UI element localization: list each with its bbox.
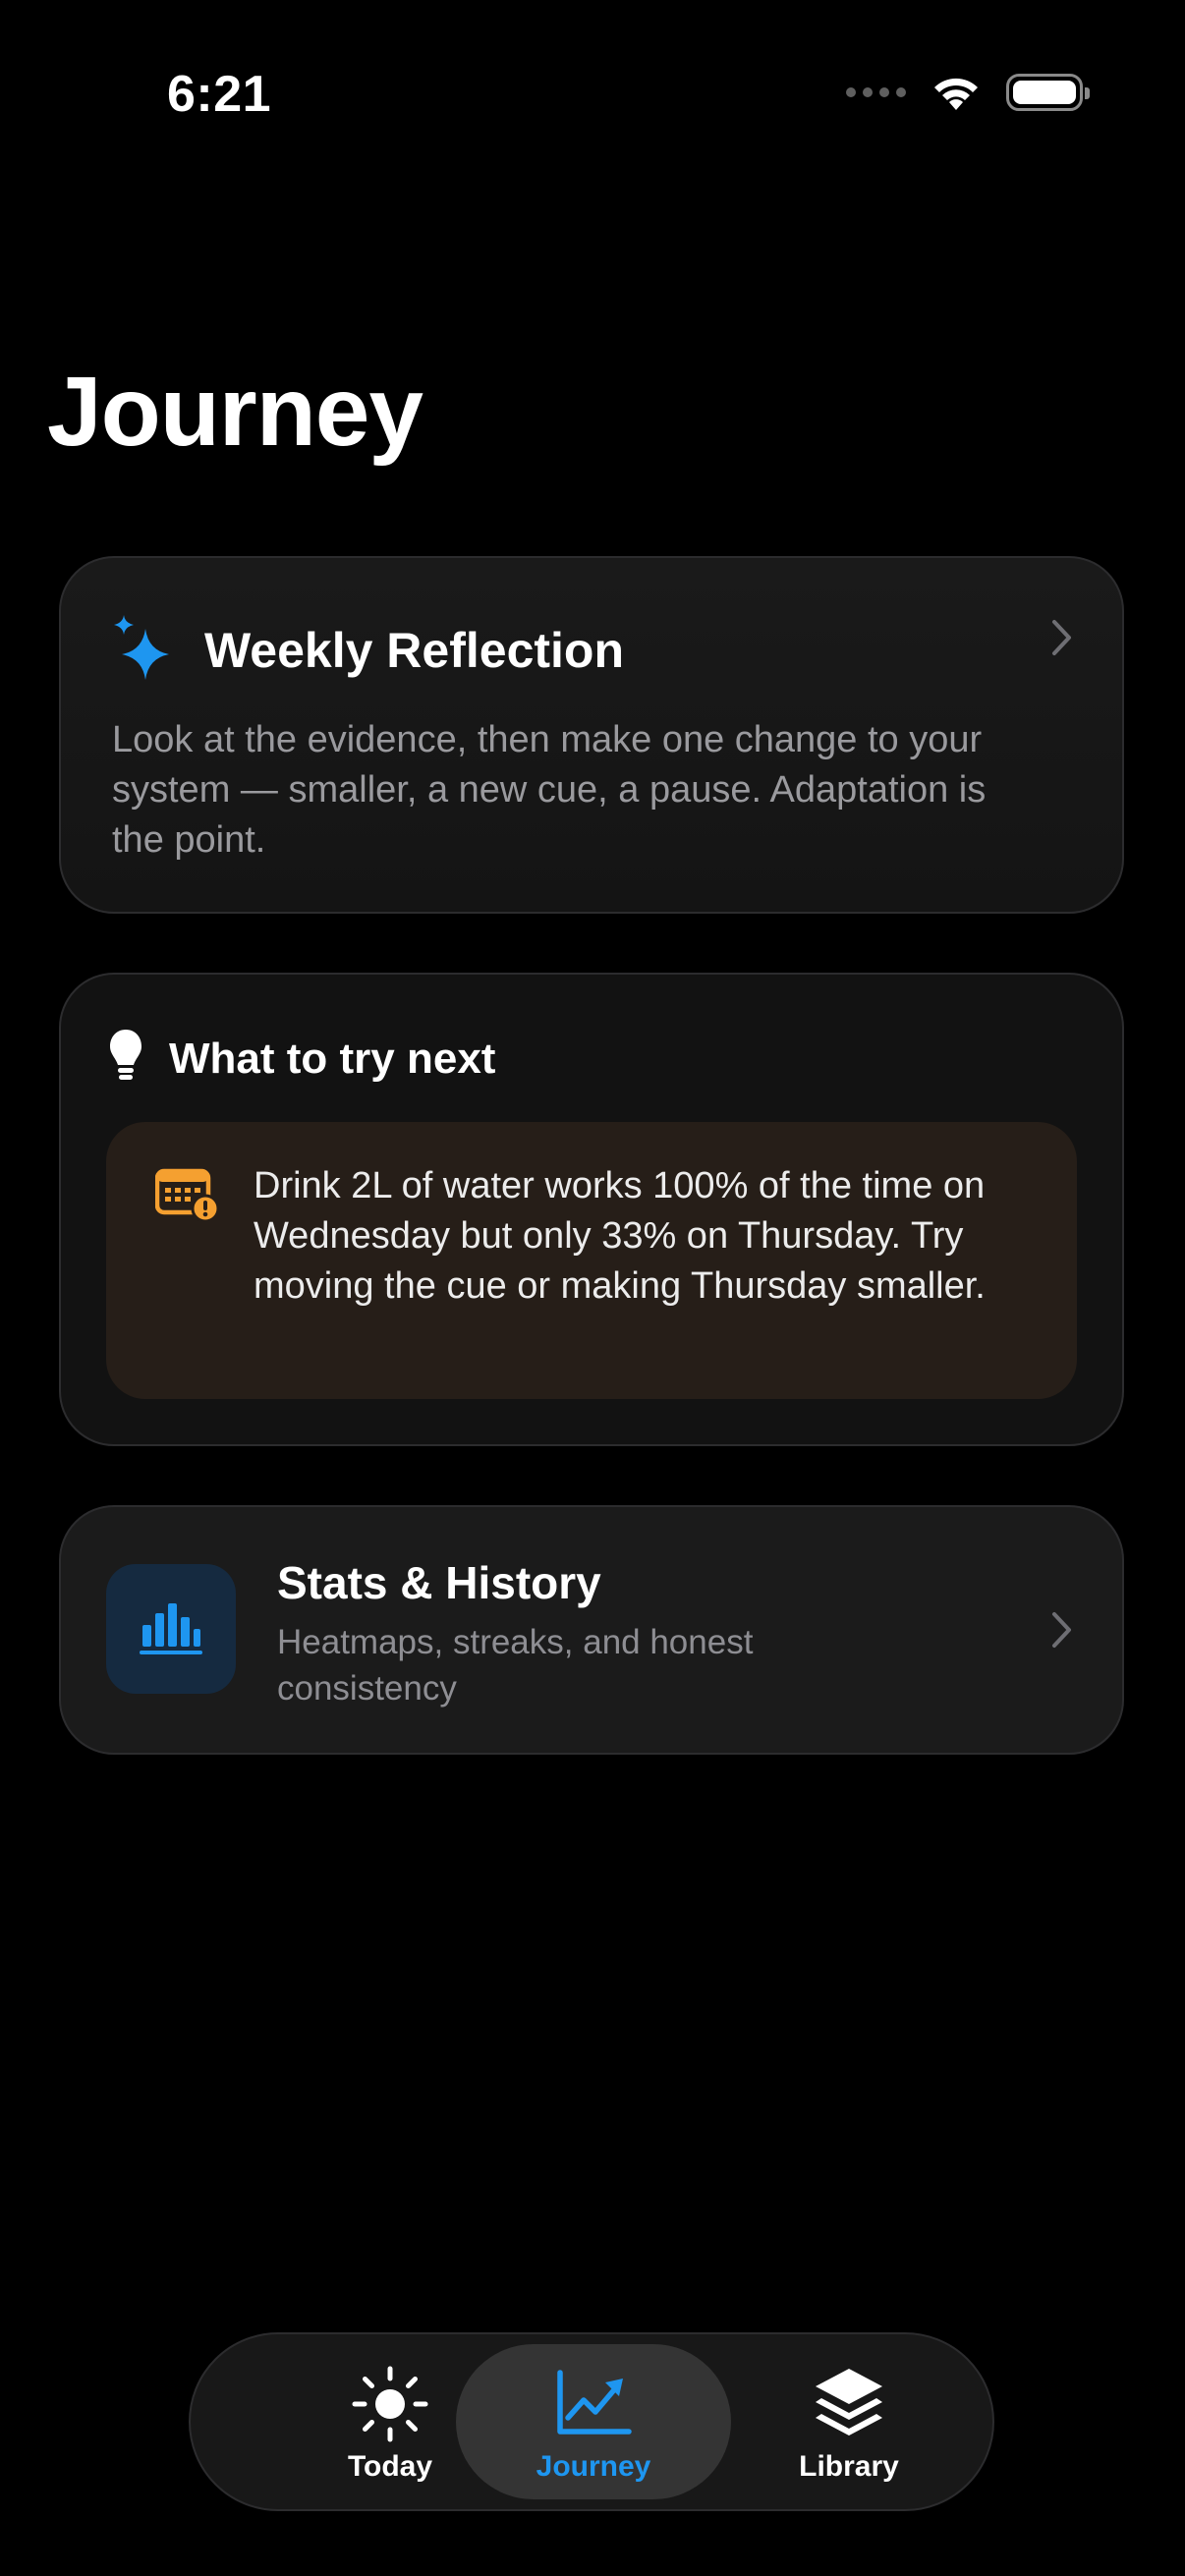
chevron-right-icon — [1052, 620, 1071, 655]
card-description: Look at the evidence, then make one chan… — [112, 719, 987, 861]
sun-icon — [351, 2366, 429, 2442]
stats-history-card[interactable]: Stats & History Heatmaps, streaks, and h… — [59, 1505, 1124, 1755]
calendar-warning-icon — [154, 1165, 220, 1227]
card-title: Weekly Reflection — [204, 622, 625, 678]
tab-library[interactable]: Library — [711, 2344, 987, 2499]
cellular-signal-icon — [846, 87, 906, 97]
trend-chart-icon — [554, 2366, 633, 2442]
try-next-card: What to try next Drink 2L of water works… — [59, 973, 1124, 1446]
stack-icon — [812, 2366, 886, 2442]
tab-label: Journey — [536, 2450, 651, 2483]
battery-icon — [1006, 74, 1090, 111]
card-title: What to try next — [169, 1034, 496, 1083]
chevron-right-icon — [1052, 1612, 1071, 1648]
tab-journey[interactable]: Journey — [456, 2344, 731, 2499]
weekly-reflection-card[interactable]: Weekly Reflection Look at the evidence, … — [59, 556, 1124, 914]
suggestion-text: Drink 2L of water works 100% of the time… — [254, 1165, 986, 1307]
wifi-icon — [930, 73, 983, 112]
status-time: 6:21 — [167, 66, 272, 123]
card-title: Stats & History — [277, 1557, 601, 1608]
tab-bar: Today Journey Library — [189, 2332, 994, 2511]
suggestion-item[interactable]: Drink 2L of water works 100% of the time… — [106, 1122, 1077, 1399]
lightbulb-icon — [108, 1028, 143, 1090]
page-title: Journey — [47, 357, 423, 467]
card-subtitle: Heatmaps, streaks, and honest consistenc… — [277, 1623, 754, 1708]
status-indicators — [846, 73, 1090, 112]
tab-label: Today — [347, 2450, 433, 2483]
sparkles-icon — [112, 613, 171, 687]
bar-chart-icon — [106, 1564, 236, 1694]
tab-label: Library — [799, 2450, 899, 2483]
